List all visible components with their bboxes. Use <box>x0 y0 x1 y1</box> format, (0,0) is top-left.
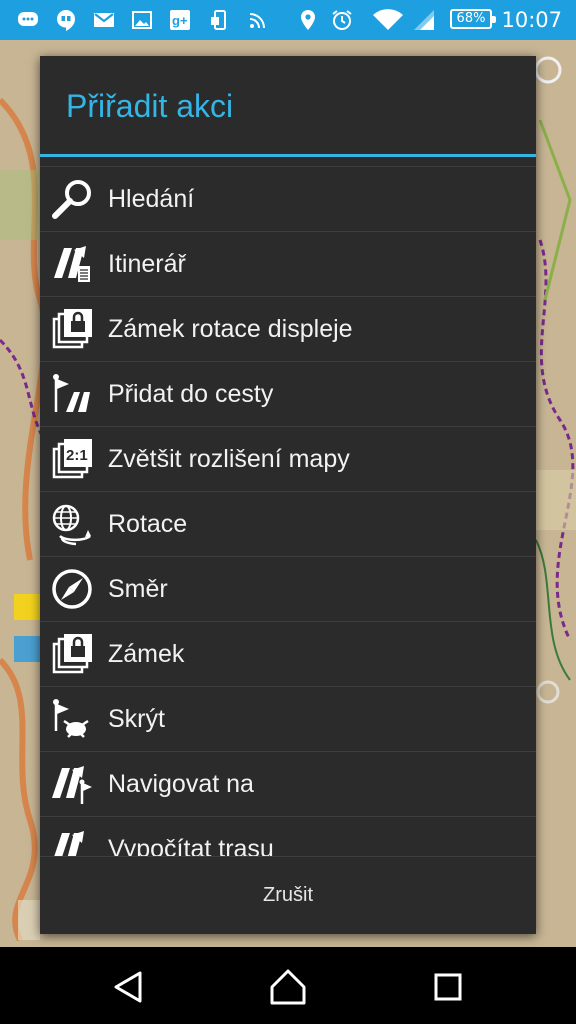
list-item-label: Skrýt <box>108 704 165 733</box>
list-item-itinerary[interactable]: Itinerář <box>40 231 536 296</box>
list-item-direction[interactable]: Směr <box>40 556 536 621</box>
hangouts-icon <box>57 10 75 31</box>
list-item-label: Itinerář <box>108 249 186 278</box>
recents-icon[interactable] <box>426 965 470 1009</box>
wifi-icon <box>373 9 403 30</box>
list-item-label: Přidat do cesty <box>108 379 274 408</box>
list-item-rotation-lock[interactable]: Zámek rotace displeje <box>40 296 536 361</box>
list-item-rotation[interactable]: Rotace <box>40 491 536 556</box>
rotation-lock-icon <box>52 309 92 349</box>
list-item-label: Zvětšit rozlišení mapy <box>108 444 350 473</box>
google-plus-icon: g+ <box>170 10 190 30</box>
list-item-label: Směr <box>108 574 168 603</box>
list-item-lock[interactable]: Zámek <box>40 621 536 686</box>
back-icon[interactable] <box>106 965 150 1009</box>
messages-icon <box>18 12 38 26</box>
navigation-bar <box>0 947 576 1024</box>
status-time: 10:07 <box>501 8 562 32</box>
compass-icon <box>52 569 92 609</box>
action-list[interactable]: Hledání Itinerář Zámek rotace displeje P… <box>40 166 536 856</box>
hide-icon <box>53 699 89 738</box>
nfc-icon <box>249 13 265 29</box>
list-item-label: Hledání <box>108 184 195 213</box>
itinerary-icon <box>54 246 90 282</box>
list-item-add-to-route[interactable]: Přidat do cesty <box>40 361 536 426</box>
navigate-to-icon <box>52 766 92 804</box>
list-item-map-resolution[interactable]: 2:1 Zvětšit rozlišení mapy <box>40 426 536 491</box>
list-item-navigate-to[interactable]: Navigovat na <box>40 751 536 816</box>
battery-icon: 68% <box>450 9 496 29</box>
list-item-label: Zámek rotace displeje <box>108 314 353 343</box>
home-icon[interactable] <box>266 965 310 1009</box>
assign-action-dialog: Přiřadit akci Hledání Itinerář Zámek rot… <box>40 56 536 934</box>
list-item-label: Navigovat na <box>108 769 254 798</box>
alarm-icon <box>332 10 352 30</box>
list-item-label: Vypočítat trasu <box>108 834 274 857</box>
lock-icon <box>52 634 92 674</box>
add-to-route-icon <box>53 374 90 412</box>
battery-percent: 68% <box>456 11 486 26</box>
list-item-calculate-route[interactable]: Vypočítat trasu <box>40 816 536 856</box>
list-item-label: Rotace <box>108 509 188 538</box>
svg-text:2:1: 2:1 <box>66 447 88 464</box>
list-item-label: Zámek <box>108 639 185 668</box>
map-resolution-icon: 2:1 <box>52 439 92 479</box>
title-divider <box>40 154 536 157</box>
gmail-icon <box>94 13 114 27</box>
list-item-search[interactable]: Hledání <box>40 166 536 231</box>
signal-icon <box>414 10 434 30</box>
calculate-route-icon <box>54 831 84 856</box>
rotation-icon <box>52 504 91 546</box>
search-icon <box>52 180 91 219</box>
cancel-button[interactable]: Zrušit <box>40 857 536 934</box>
svg-text:g+: g+ <box>172 13 188 28</box>
status-bar: g+ 68% 10:07 <box>0 0 576 40</box>
list-item-hide[interactable]: Skrýt <box>40 686 536 751</box>
dialog-title: Přiřadit akci <box>66 88 234 124</box>
location-icon <box>301 10 315 30</box>
phone-transfer-icon <box>211 10 226 30</box>
gallery-icon <box>132 11 152 29</box>
